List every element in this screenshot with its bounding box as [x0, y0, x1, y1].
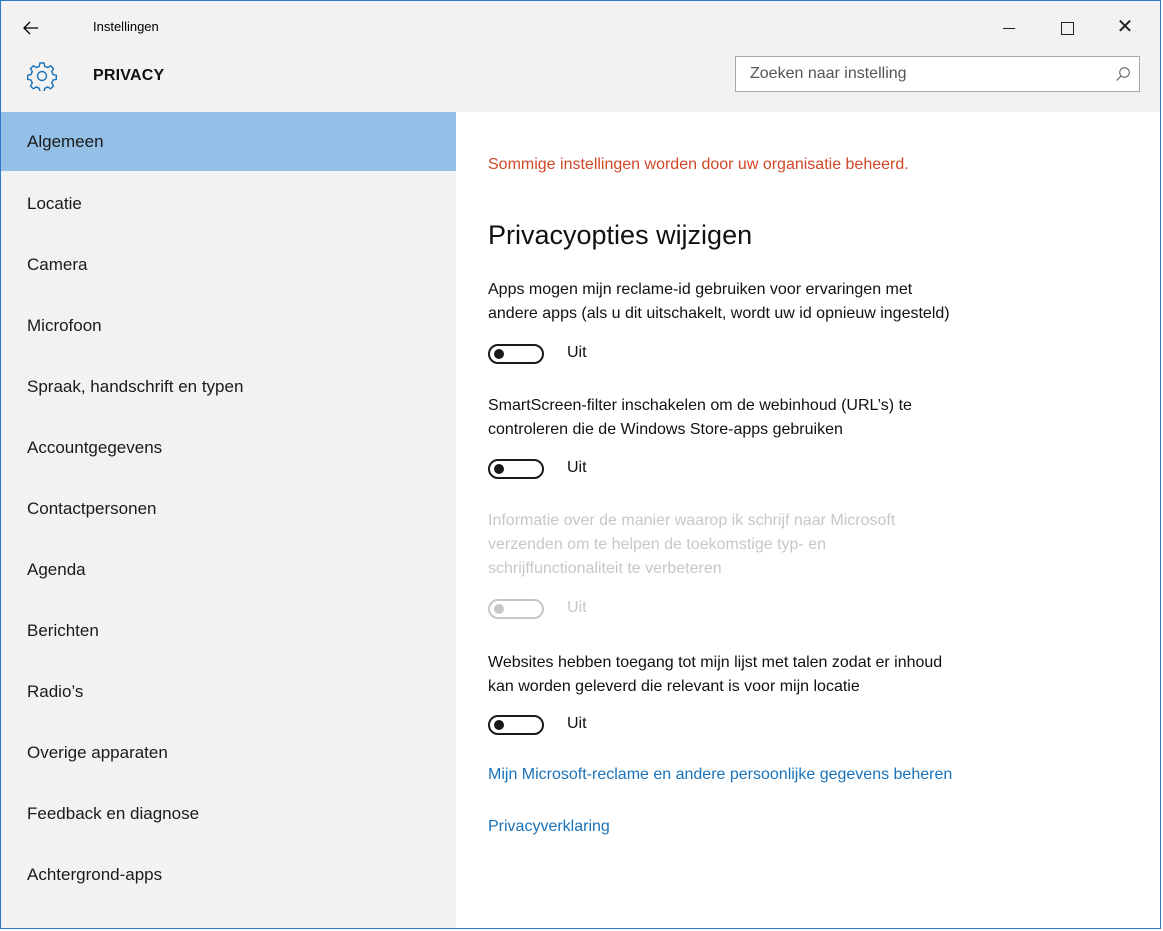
smartscreen-toggle-state: Uit — [567, 459, 587, 476]
title-bar: Instellingen ✕ — [1, 1, 1160, 53]
sidebar-item-radios[interactable]: Radio’s — [1, 661, 456, 722]
back-button[interactable] — [23, 11, 63, 45]
minimize-button[interactable] — [986, 9, 1032, 45]
typing-info-toggle — [488, 599, 544, 619]
option-smartscreen-description: SmartScreen-filter inschakelen om de web… — [488, 397, 912, 438]
sidebar-item-feedback[interactable]: Feedback en diagnose — [1, 783, 456, 844]
sidebar-item-contactpersonen[interactable]: Contactpersonen — [1, 478, 456, 539]
maximize-icon — [1060, 21, 1074, 35]
toggle-knob — [494, 720, 504, 730]
search-input[interactable] — [736, 57, 1110, 91]
ad-id-toggle-state: Uit — [567, 344, 587, 361]
org-managed-warning: Sommige instellingen worden door uw orga… — [488, 156, 909, 173]
option-typing-info-description: Informatie over de manier waarop ik schr… — [488, 512, 896, 577]
arrow-left-icon — [23, 21, 38, 35]
option-ad-id-description: Apps mogen mijn reclame-id gebruiken voo… — [488, 281, 950, 322]
window-title: Instellingen — [93, 19, 159, 34]
close-icon: ✕ — [1116, 16, 1134, 38]
sidebar-item-locatie[interactable]: Locatie — [1, 173, 456, 234]
privacy-statement-link[interactable]: Privacyverklaring — [488, 818, 610, 836]
search-icon[interactable] — [1115, 66, 1131, 82]
sidebar-item-algemeen[interactable]: Algemeen — [1, 112, 456, 171]
toggle-knob — [494, 349, 504, 359]
close-button[interactable]: ✕ — [1102, 9, 1148, 45]
sidebar: Algemeen Locatie Camera Microfoon Spraak… — [1, 112, 456, 930]
settings-window: Instellingen ✕ PRIVACY Algemeen L — [0, 0, 1161, 929]
typing-info-toggle-state: Uit — [567, 599, 587, 616]
sidebar-item-spraak[interactable]: Spraak, handschrift en typen — [1, 356, 456, 417]
maximize-button[interactable] — [1044, 9, 1090, 45]
search-box[interactable] — [735, 56, 1140, 92]
sidebar-item-microfoon[interactable]: Microfoon — [1, 295, 456, 356]
language-list-toggle-state: Uit — [567, 715, 587, 732]
sidebar-item-achtergrond-apps[interactable]: Achtergrond-apps — [1, 844, 456, 905]
sidebar-item-accountgegevens[interactable]: Accountgegevens — [1, 417, 456, 478]
language-list-toggle[interactable] — [488, 715, 544, 735]
main-content: Sommige instellingen worden door uw orga… — [456, 112, 1160, 928]
sidebar-item-overige-apparaten[interactable]: Overige apparaten — [1, 722, 456, 783]
manage-ads-link[interactable]: Mijn Microsoft-reclame en andere persoon… — [488, 766, 952, 784]
option-language-list-description: Websites hebben toegang tot mijn lijst m… — [488, 654, 943, 695]
gear-icon — [27, 62, 57, 91]
smartscreen-toggle[interactable] — [488, 459, 544, 479]
sidebar-item-agenda[interactable]: Agenda — [1, 539, 456, 600]
ad-id-toggle[interactable] — [488, 344, 544, 364]
minimize-icon — [1003, 27, 1015, 29]
page-header: PRIVACY — [1, 53, 1160, 108]
sidebar-item-berichten[interactable]: Berichten — [1, 600, 456, 661]
toggle-knob — [494, 464, 504, 474]
section-title: Privacyopties wijzigen — [488, 220, 753, 250]
page-title: PRIVACY — [93, 67, 165, 84]
toggle-knob — [494, 604, 504, 614]
sidebar-item-camera[interactable]: Camera — [1, 234, 456, 295]
